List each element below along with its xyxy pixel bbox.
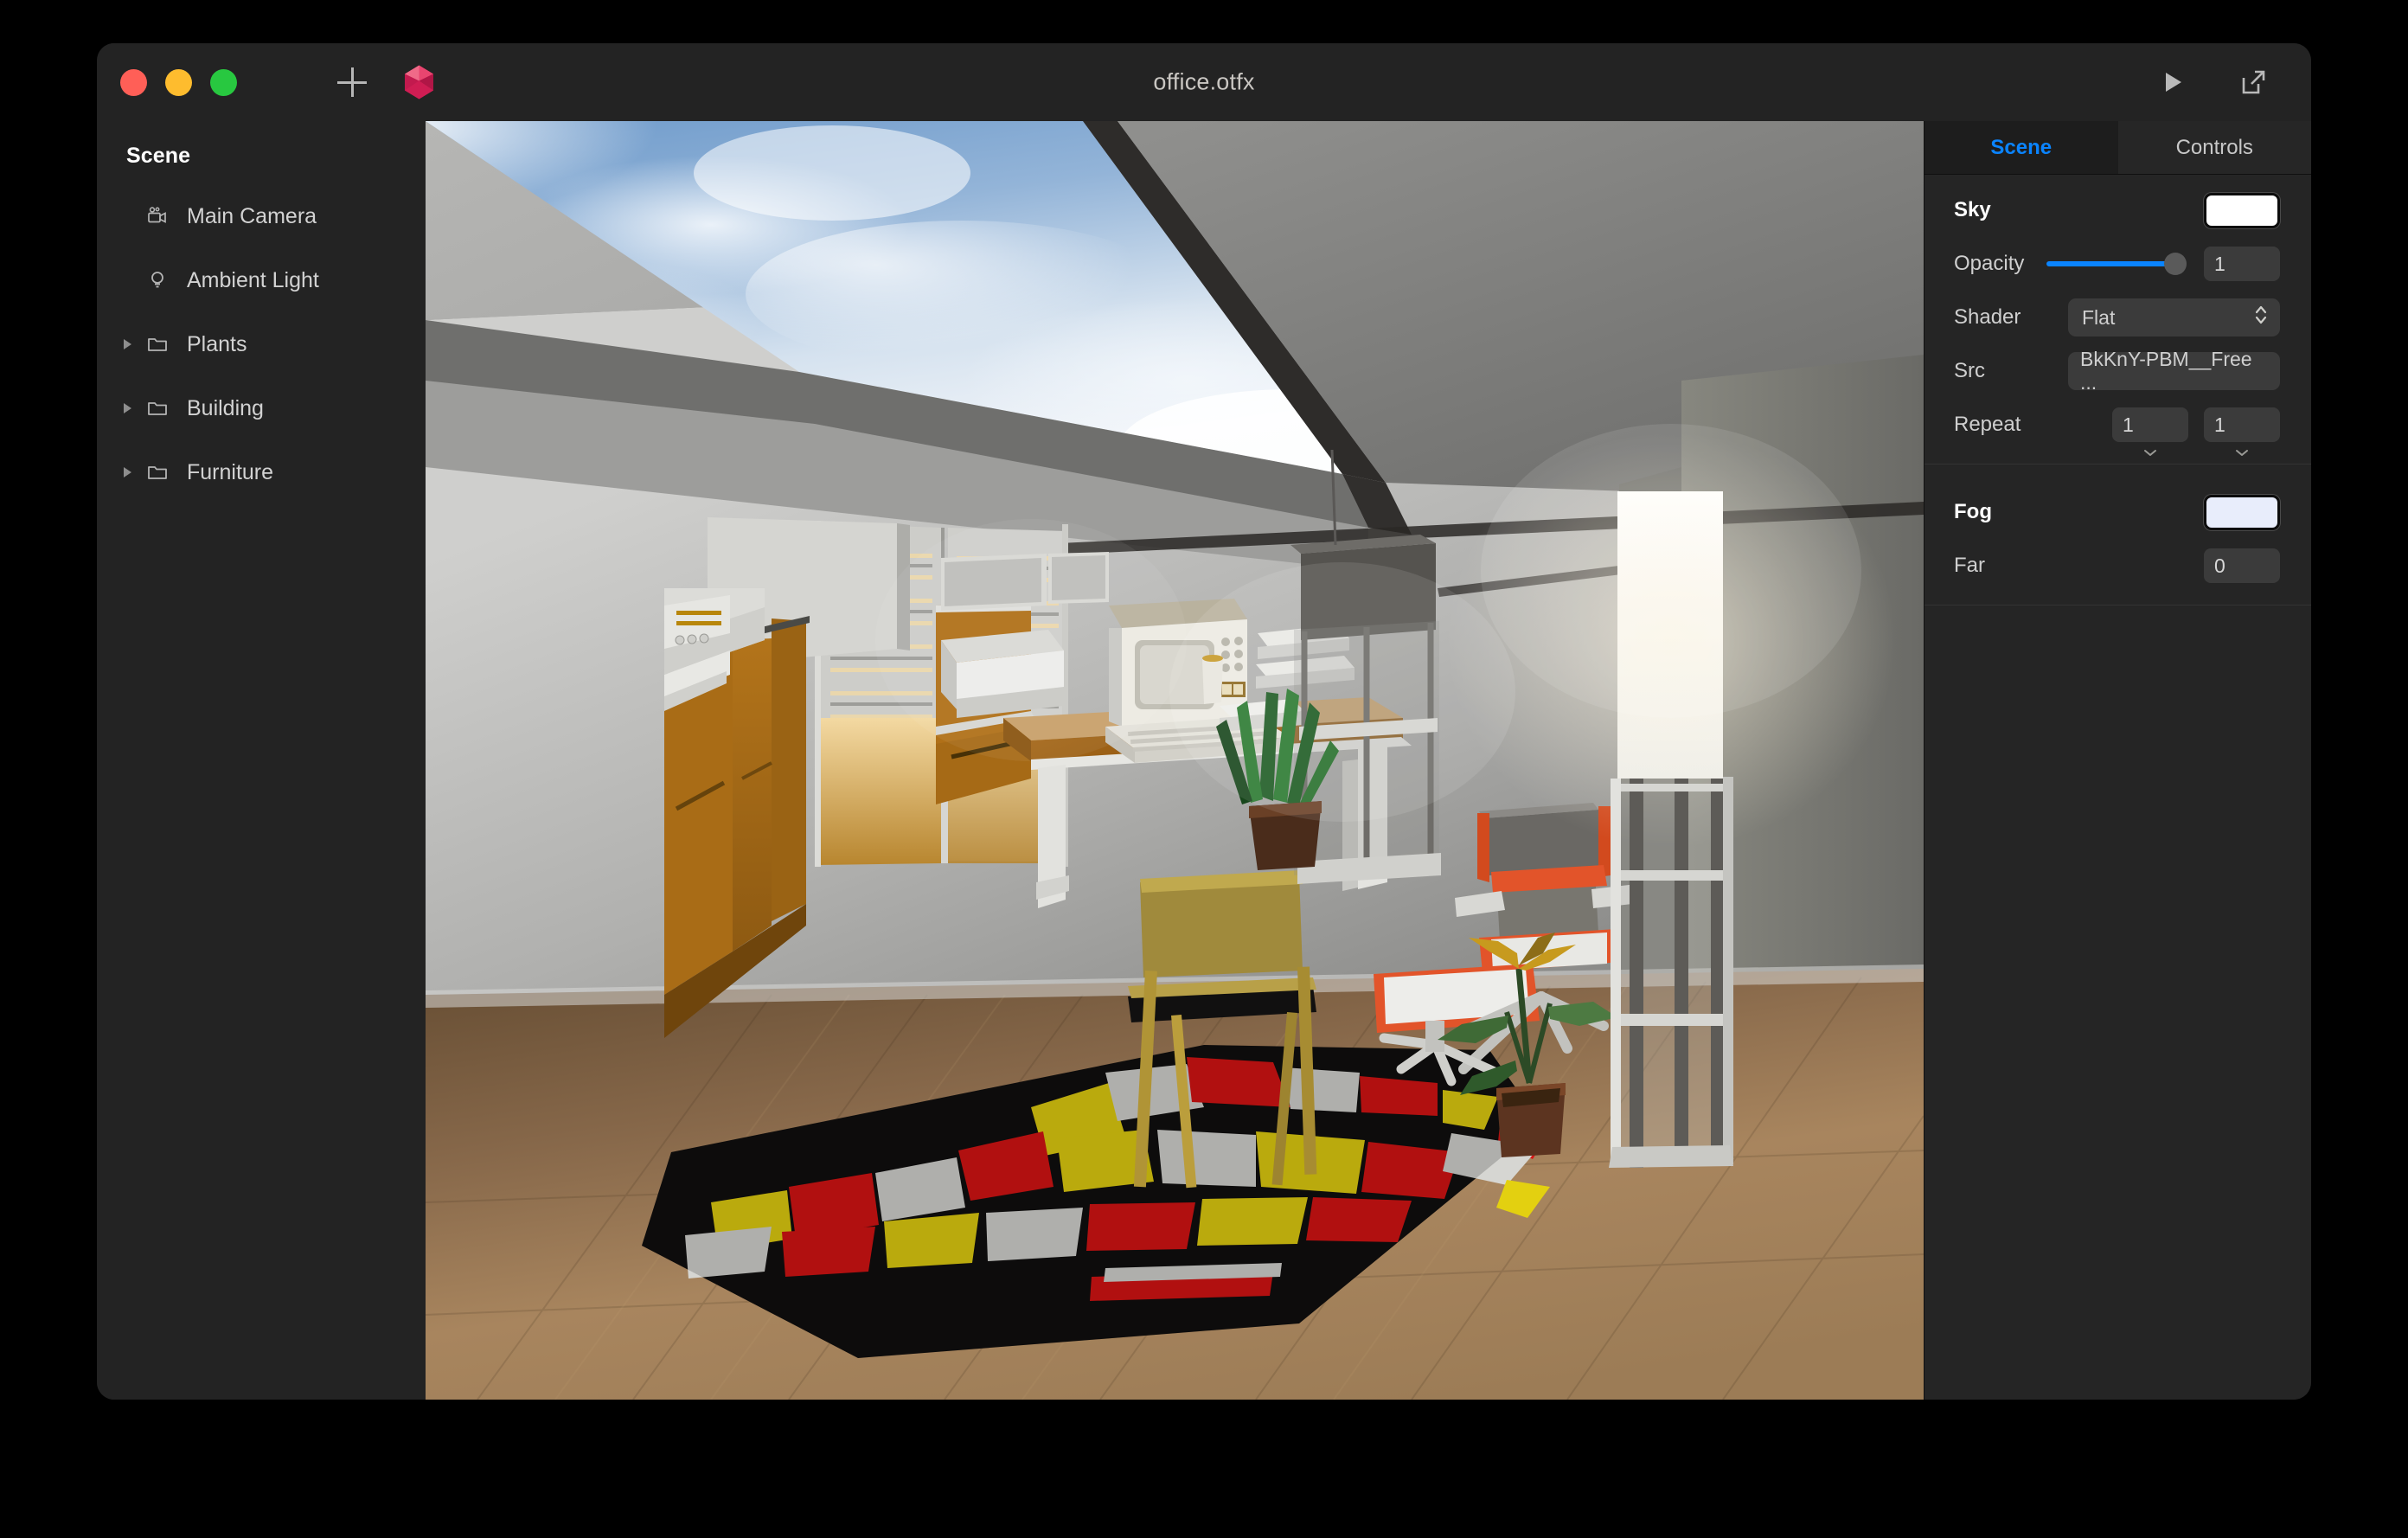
src-label: Src — [1954, 359, 1985, 382]
sky-label: Sky — [1954, 198, 1991, 221]
folder-icon — [140, 333, 175, 356]
repeat-u-cell: 1 — [2112, 407, 2188, 456]
repeat-row: Repeat 1 1 — [1924, 398, 2311, 456]
inspector-panel: Scene Controls Sky Opacity 1 Shader Flat… — [1924, 121, 2311, 1400]
shader-select[interactable]: Flat — [2068, 298, 2280, 336]
chevron-down-icon[interactable] — [2234, 445, 2250, 461]
opacity-row: Opacity 1 — [1924, 237, 2311, 291]
application-window: office.otfx Scene Main Camera Ambient Li… — [97, 43, 2311, 1400]
fog-label: Fog — [1954, 500, 1992, 523]
inspector-tabs: Scene Controls — [1924, 121, 2311, 175]
camera-icon — [140, 205, 175, 227]
far-value-field[interactable]: 0 — [2204, 548, 2280, 583]
sidebar-item-ambient-light[interactable]: Ambient Light — [97, 248, 426, 312]
export-icon[interactable] — [2237, 66, 2270, 99]
sidebar-item-furniture[interactable]: Furniture — [97, 440, 426, 504]
chevron-down-icon[interactable] — [2142, 445, 2158, 461]
tab-controls[interactable]: Controls — [2117, 121, 2311, 175]
sidebar-item-label: Main Camera — [187, 203, 317, 228]
sidebar-item-label: Furniture — [187, 459, 274, 484]
repeat-v-cell: 1 — [2204, 407, 2280, 456]
far-label: Far — [1954, 554, 1985, 577]
play-icon[interactable] — [2156, 66, 2189, 99]
opacity-slider[interactable] — [2046, 253, 2187, 275]
folder-icon — [140, 397, 175, 420]
repeat-v-field[interactable]: 1 — [2204, 407, 2280, 442]
sky-section: Sky Opacity 1 Shader Flat Src BkKnY-PBM_… — [1924, 175, 2311, 465]
opacity-slider-wrap — [2024, 253, 2204, 275]
chevron-updown-icon — [2254, 304, 2268, 331]
repeat-u-field[interactable]: 1 — [2112, 407, 2188, 442]
sky-row: Sky — [1924, 183, 2311, 237]
opacity-value-field[interactable]: 1 — [2204, 247, 2280, 281]
shader-label: Shader — [1954, 305, 2021, 329]
slider-knob[interactable] — [2164, 253, 2187, 275]
scene-outliner-sidebar: Scene Main Camera Ambient Light Plants B… — [97, 121, 426, 1400]
sidebar-title: Scene — [126, 144, 191, 168]
sidebar-item-label: Plants — [187, 331, 247, 356]
scene-tree: Main Camera Ambient Light Plants Buildin… — [97, 184, 426, 504]
title-bar: office.otfx — [97, 43, 2311, 121]
fog-color-swatch[interactable] — [2204, 494, 2280, 530]
folder-icon — [140, 461, 175, 484]
chevron-right-icon[interactable] — [114, 336, 140, 352]
chevron-right-icon[interactable] — [114, 465, 140, 480]
repeat-fields: 1 1 — [2112, 407, 2280, 456]
window-title: office.otfx — [1153, 68, 1255, 95]
tab-scene[interactable]: Scene — [1924, 121, 2118, 175]
sidebar-item-plants[interactable]: Plants — [97, 312, 426, 376]
sidebar-item-label: Ambient Light — [187, 267, 319, 292]
chevron-right-icon[interactable] — [114, 401, 140, 416]
3d-scene-viewport[interactable] — [426, 121, 1924, 1400]
sidebar-item-label: Building — [187, 395, 264, 420]
bulb-icon — [140, 269, 175, 292]
opacity-label: Opacity — [1954, 252, 2025, 275]
src-field[interactable]: BkKnY-PBM__Free ... — [2068, 348, 2280, 394]
sidebar-item-building[interactable]: Building — [97, 376, 426, 440]
titlebar-actions — [2156, 66, 2270, 99]
fog-row: Fog — [1924, 485, 2311, 539]
shader-row: Shader Flat — [1924, 291, 2311, 344]
sidebar-item-main-camera[interactable]: Main Camera — [97, 184, 426, 248]
far-row: Far 0 — [1924, 539, 2311, 593]
shader-value: Flat — [2082, 305, 2116, 329]
sky-color-swatch[interactable] — [2204, 192, 2280, 228]
src-row: Src BkKnY-PBM__Free ... — [1924, 344, 2311, 398]
repeat-label: Repeat — [1954, 413, 2021, 436]
fog-section: Fog Far 0 — [1924, 465, 2311, 606]
